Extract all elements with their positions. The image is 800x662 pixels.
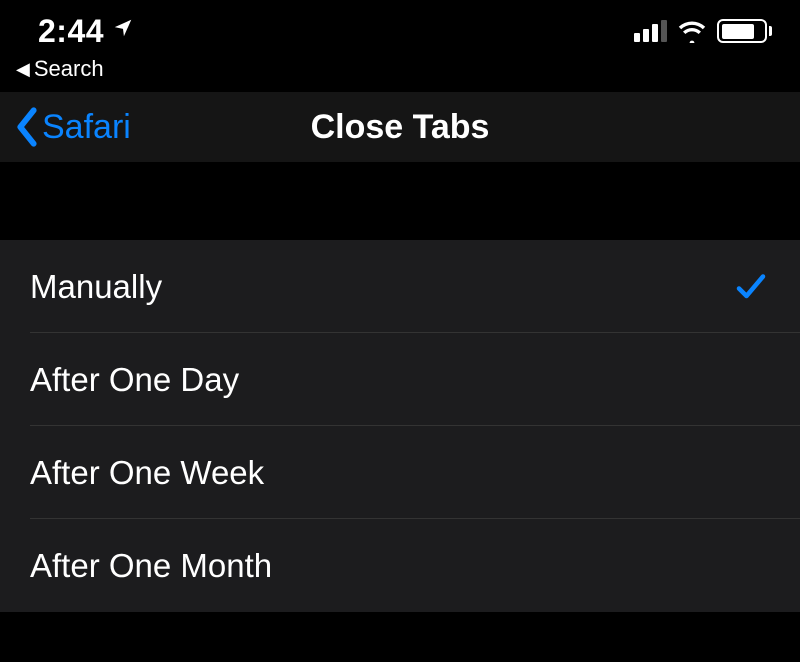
status-right <box>634 19 772 43</box>
status-time: 2:44 <box>38 13 104 50</box>
option-after-one-week[interactable]: After One Week <box>0 426 800 519</box>
option-after-one-month[interactable]: After One Month <box>0 519 800 612</box>
option-label: After One Month <box>30 547 272 585</box>
chevron-left-icon <box>14 107 40 147</box>
wifi-icon <box>677 19 707 43</box>
option-manually[interactable]: Manually <box>0 240 800 333</box>
options-list: Manually After One Day After One Week Af… <box>0 240 800 612</box>
bottom-gap <box>0 612 800 662</box>
battery-icon <box>717 19 772 43</box>
breadcrumb-caret-icon: ◀ <box>16 59 30 80</box>
option-label: After One Day <box>30 361 239 399</box>
breadcrumb[interactable]: ◀ Search <box>0 48 800 92</box>
cellular-signal-icon <box>634 20 667 42</box>
location-icon <box>112 17 134 46</box>
back-label: Safari <box>42 108 131 147</box>
option-label: Manually <box>30 268 162 306</box>
status-left: 2:44 <box>38 13 134 50</box>
option-after-one-day[interactable]: After One Day <box>0 333 800 426</box>
status-bar: 2:44 <box>0 0 800 48</box>
checkmark-icon <box>732 269 770 305</box>
option-label: After One Week <box>30 454 264 492</box>
page-title: Close Tabs <box>311 108 490 147</box>
back-button[interactable]: Safari <box>0 107 131 147</box>
nav-bar: Safari Close Tabs <box>0 92 800 162</box>
section-gap <box>0 162 800 240</box>
breadcrumb-label: Search <box>34 56 104 82</box>
